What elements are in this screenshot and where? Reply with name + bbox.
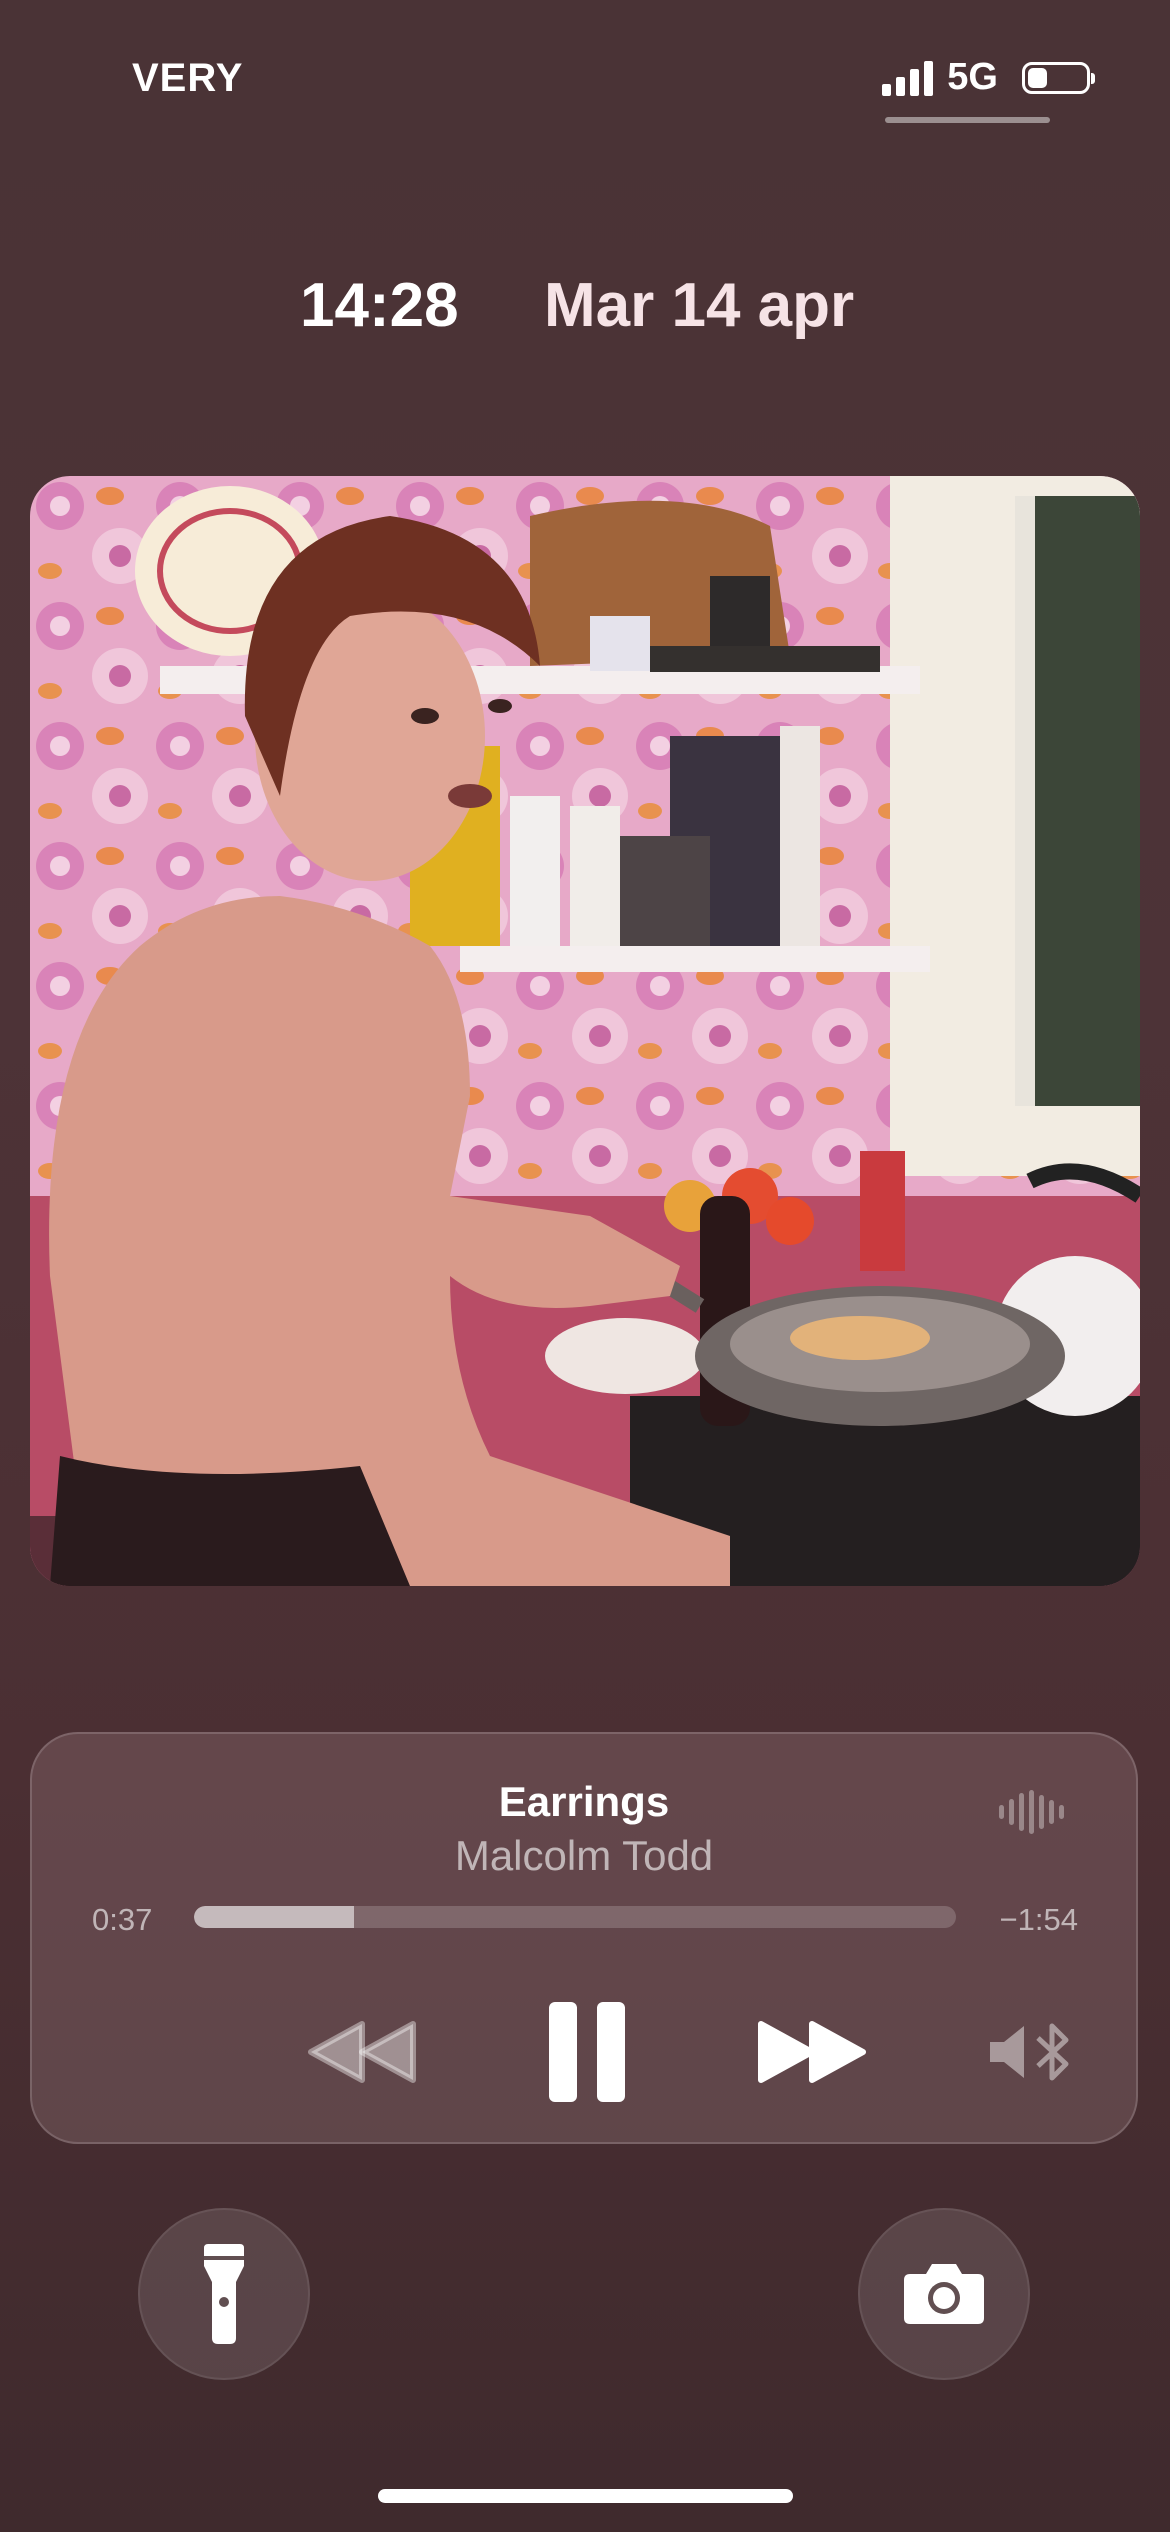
battery-icon [1022,61,1095,94]
camera-icon [904,2264,984,2324]
flashlight-icon [204,2244,244,2344]
album-artwork-image [30,476,1140,1586]
progress-scrubber[interactable] [194,1906,956,1928]
home-indicator[interactable] [378,2489,793,2503]
lock-date: Mar 14 apr [544,271,855,340]
carrier-label: VERY [132,56,244,100]
song-title[interactable]: Earrings [32,1778,1136,1826]
album-artwork[interactable] [30,476,1140,1586]
speaker-bluetooth-icon [990,2023,1069,2081]
waveform-icon [999,1790,1064,1834]
elapsed-time: 0:37 [92,1902,153,1937]
song-artist[interactable]: Malcolm Todd [32,1832,1136,1880]
rewind-button[interactable] [302,2002,422,2102]
flashlight-button[interactable] [138,2208,310,2380]
rewind-icon [308,2021,416,2083]
cellular-signal-icon [882,60,934,96]
pause-button[interactable] [532,1992,642,2112]
pause-icon [549,2002,625,2102]
fast-forward-button[interactable] [752,2002,872,2102]
now-playing-card[interactable]: Earrings Malcolm Todd 0:37 −1:54 [30,1732,1138,2144]
status-underline [885,117,1050,123]
network-type-label: 5G [947,56,998,98]
fast-forward-icon [758,2021,866,2083]
lock-time: 14:28 [300,271,459,340]
audio-output-button[interactable] [982,2009,1082,2095]
status-indicators: 5G [882,56,1095,99]
remaining-time: −1:54 [999,1902,1078,1937]
camera-button[interactable] [858,2208,1030,2380]
progress-fill [194,1906,355,1928]
